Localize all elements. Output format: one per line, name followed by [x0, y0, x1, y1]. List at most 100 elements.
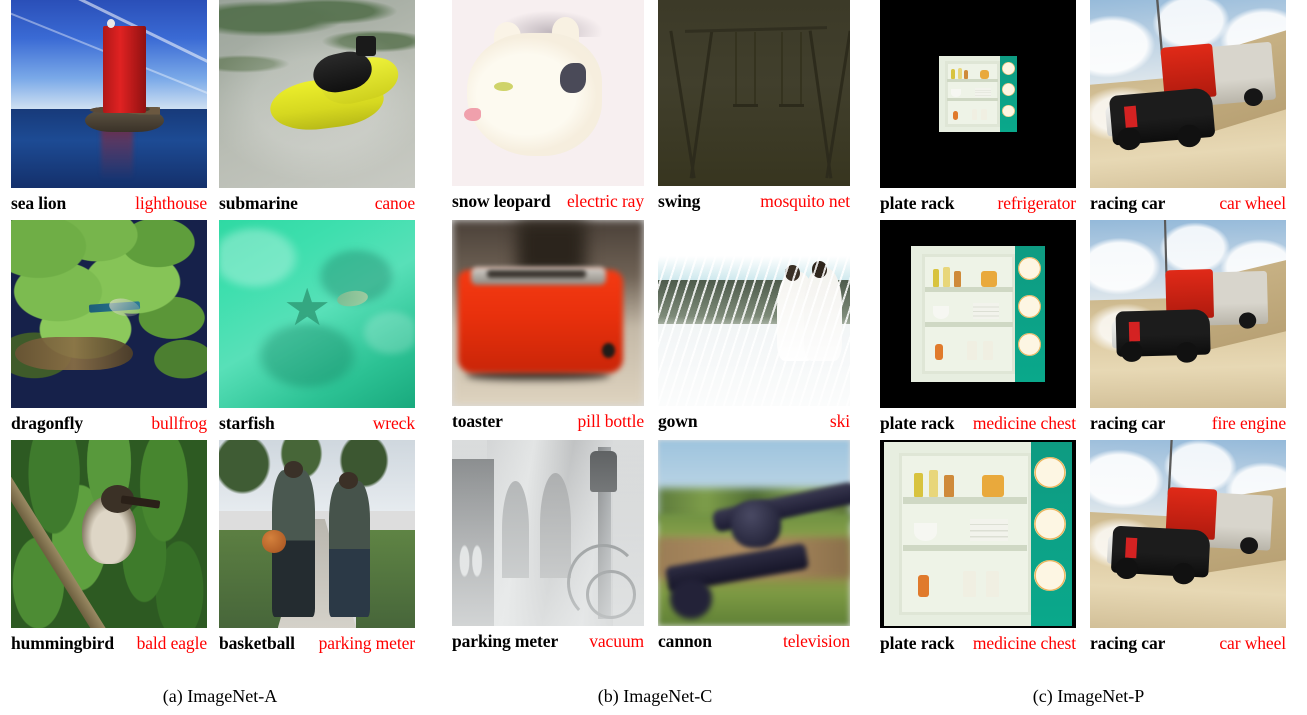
- thumbnail-gown-snow: [658, 220, 850, 406]
- ground-truth-label: gown: [658, 411, 698, 431]
- dataset-examples-figure: sea lion lighthouse submarine canoe drag…: [0, 0, 1307, 715]
- subcaption-imagenet-c: (b) ImageNet-C: [597, 686, 713, 706]
- cell-yellow-submarine[interactable]: submarine canoe: [219, 0, 415, 220]
- cell-hummingbird-leaves[interactable]: hummingbird bald eagle: [11, 440, 207, 660]
- panel-imagenet-a: sea lion lighthouse submarine canoe drag…: [0, 0, 440, 678]
- image-grid-a: sea lion lighthouse submarine canoe drag…: [11, 0, 440, 660]
- thumbnail-swing-brightness: [658, 0, 850, 186]
- cell-sea-lion-buoy[interactable]: sea lion lighthouse: [11, 0, 207, 220]
- prediction-label: medicine chest: [972, 413, 1076, 433]
- thumbnail-dragonfly-lilypads: [11, 220, 207, 408]
- cell-toaster-blur[interactable]: toaster pill bottle: [452, 220, 644, 440]
- thumbnail-parking-meter-fog: [452, 440, 644, 626]
- thumbnail-plate-rack-zoom-3: [880, 440, 1076, 628]
- ground-truth-label: cannon: [658, 631, 712, 651]
- caption-sea-lion-buoy: sea lion lighthouse: [11, 188, 207, 218]
- thumbnail-racing-car-tilt-1: [1090, 0, 1286, 188]
- prediction-label: mosquito net: [760, 191, 850, 211]
- cell-racing-car-tilt-2[interactable]: racing car fire engine: [1090, 220, 1286, 440]
- caption-basketball-sidewalk: basketball parking meter: [219, 628, 415, 658]
- cell-gown-snow[interactable]: gown ski: [658, 220, 850, 440]
- cell-plate-rack-zoom-1[interactable]: plate rack refrigerator: [880, 0, 1076, 220]
- panel-imagenet-c: snow leopard electric ray swing mosquito…: [440, 0, 870, 678]
- prediction-label: refrigerator: [997, 193, 1077, 213]
- ground-truth-label: parking meter: [452, 631, 559, 651]
- image-grid-p: plate rack refrigerator racing car car w…: [880, 0, 1307, 660]
- ground-truth-label: submarine: [219, 193, 298, 213]
- caption-plate-rack-zoom-2: plate rack medicine chest: [880, 408, 1076, 438]
- subcaption-imagenet-a: (a) ImageNet-A: [162, 686, 278, 706]
- cell-dragonfly-lilypads[interactable]: dragonfly bullfrog: [11, 220, 207, 440]
- thumbnail-starfish-underwater: [219, 220, 415, 408]
- cell-plate-rack-zoom-2[interactable]: plate rack medicine chest: [880, 220, 1076, 440]
- caption-dragonfly-lilypads: dragonfly bullfrog: [11, 408, 207, 438]
- subcaption-row: (a) ImageNet-A (b) ImageNet-C (c) ImageN…: [0, 686, 1307, 707]
- ground-truth-label: toaster: [452, 411, 503, 431]
- thumbnail-plate-rack-zoom-2: [880, 220, 1076, 408]
- caption-snow-leopard-contrast: snow leopard electric ray: [452, 186, 644, 216]
- cell-snow-leopard-contrast[interactable]: snow leopard electric ray: [452, 0, 644, 220]
- ground-truth-label: plate rack: [880, 413, 955, 433]
- caption-hummingbird-leaves: hummingbird bald eagle: [11, 628, 207, 658]
- caption-racing-car-tilt-2: racing car fire engine: [1090, 408, 1286, 438]
- thumbnail-sea-lion-buoy: [11, 0, 207, 188]
- ground-truth-label: plate rack: [880, 193, 955, 213]
- prediction-label: medicine chest: [972, 633, 1076, 653]
- prediction-label: pill bottle: [577, 411, 645, 431]
- subcaption-imagenet-p: (c) ImageNet-P: [1032, 686, 1145, 706]
- prediction-label: lighthouse: [135, 193, 207, 213]
- ground-truth-label: plate rack: [880, 633, 955, 653]
- thumbnail-racing-car-tilt-3: [1090, 440, 1286, 628]
- cell-racing-car-tilt-1[interactable]: racing car car wheel: [1090, 0, 1286, 220]
- ground-truth-label: hummingbird: [11, 633, 114, 653]
- cell-swing-brightness[interactable]: swing mosquito net: [658, 0, 850, 220]
- prediction-label: canoe: [374, 193, 415, 213]
- prediction-label: parking meter: [318, 633, 415, 653]
- ground-truth-label: racing car: [1090, 633, 1166, 653]
- prediction-label: bullfrog: [151, 413, 207, 433]
- thumbnail-yellow-submarine: [219, 0, 415, 188]
- prediction-label: car wheel: [1219, 193, 1286, 213]
- caption-toaster-blur: toaster pill bottle: [452, 406, 644, 436]
- ground-truth-label: racing car: [1090, 193, 1166, 213]
- prediction-label: vacuum: [589, 631, 644, 651]
- prediction-label: ski: [829, 411, 850, 431]
- thumbnail-snow-leopard-contrast: [452, 0, 644, 186]
- caption-starfish-underwater: starfish wreck: [219, 408, 415, 438]
- cell-starfish-underwater[interactable]: starfish wreck: [219, 220, 415, 440]
- prediction-label: electric ray: [566, 191, 644, 211]
- thumbnail-plate-rack-zoom-1: [880, 0, 1076, 188]
- caption-racing-car-tilt-1: racing car car wheel: [1090, 188, 1286, 218]
- caption-cannon-motion-blur: cannon television: [658, 626, 850, 656]
- caption-yellow-submarine: submarine canoe: [219, 188, 415, 218]
- thumbnail-hummingbird-leaves: [11, 440, 207, 628]
- prediction-label: bald eagle: [136, 633, 208, 653]
- prediction-label: car wheel: [1219, 633, 1286, 653]
- image-grid-c: snow leopard electric ray swing mosquito…: [452, 0, 870, 660]
- ground-truth-label: starfish: [219, 413, 275, 433]
- ground-truth-label: sea lion: [11, 193, 67, 213]
- prediction-label: fire engine: [1211, 413, 1286, 433]
- cell-basketball-sidewalk[interactable]: basketball parking meter: [219, 440, 415, 660]
- cell-racing-car-tilt-3[interactable]: racing car car wheel: [1090, 440, 1286, 660]
- ground-truth-label: basketball: [219, 633, 295, 653]
- panel-imagenet-p: plate rack refrigerator racing car car w…: [870, 0, 1307, 678]
- cell-parking-meter-fog[interactable]: parking meter vacuum: [452, 440, 644, 660]
- caption-racing-car-tilt-3: racing car car wheel: [1090, 628, 1286, 658]
- caption-swing-brightness: swing mosquito net: [658, 186, 850, 216]
- ground-truth-label: racing car: [1090, 413, 1166, 433]
- cell-cannon-motion-blur[interactable]: cannon television: [658, 440, 850, 660]
- prediction-label: wreck: [372, 413, 415, 433]
- caption-plate-rack-zoom-1: plate rack refrigerator: [880, 188, 1076, 218]
- prediction-label: television: [782, 631, 850, 651]
- ground-truth-label: dragonfly: [11, 413, 84, 433]
- caption-parking-meter-fog: parking meter vacuum: [452, 626, 644, 656]
- ground-truth-label: swing: [658, 191, 701, 211]
- thumbnail-racing-car-tilt-2: [1090, 220, 1286, 408]
- cell-plate-rack-zoom-3[interactable]: plate rack medicine chest: [880, 440, 1076, 660]
- caption-plate-rack-zoom-3: plate rack medicine chest: [880, 628, 1076, 658]
- ground-truth-label: snow leopard: [452, 191, 551, 211]
- thumbnail-basketball-sidewalk: [219, 440, 415, 628]
- caption-gown-snow: gown ski: [658, 406, 850, 436]
- thumbnail-toaster-blur: [452, 220, 644, 406]
